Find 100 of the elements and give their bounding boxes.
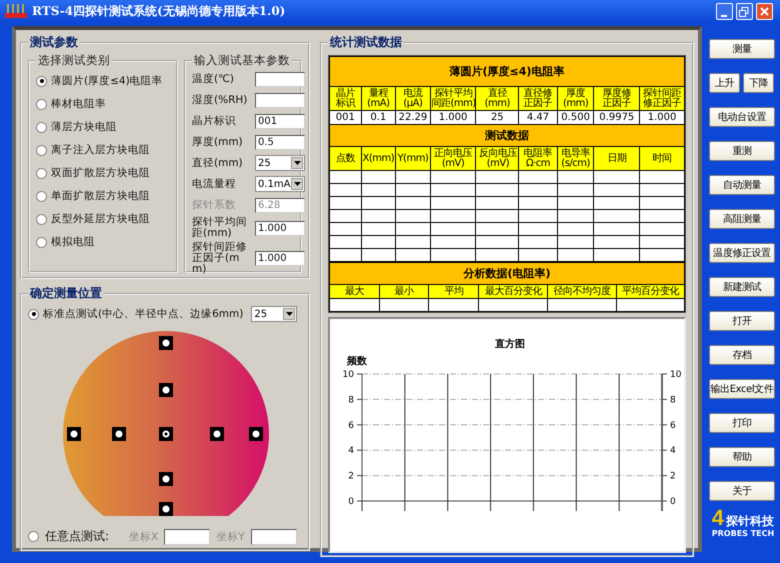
input-field[interactable]: 001 — [255, 114, 305, 128]
radio-label: 棒材电阻率 — [51, 97, 106, 111]
side-button[interactable]: 高阻测量 — [709, 209, 775, 229]
side-button[interactable]: 自动测量 — [709, 175, 775, 195]
table-cell — [557, 248, 594, 262]
side-button[interactable]: 打开 — [709, 311, 775, 331]
table-cell — [361, 184, 396, 196]
table-cell: 1.000 — [640, 110, 684, 124]
table-title: 测试数据 — [330, 124, 684, 146]
radio-label: 薄圆片(厚度≤4)电阻率 — [51, 74, 163, 88]
input-field[interactable]: 1.000 — [255, 220, 305, 236]
column-header: 正向电压(mV) — [430, 146, 476, 170]
table-cell — [476, 170, 519, 184]
table-cell — [476, 184, 519, 196]
table-cell — [361, 170, 396, 184]
side-button[interactable]: 存档 — [709, 345, 775, 365]
tick-label: 4 — [670, 446, 676, 456]
radio-button[interactable] — [28, 308, 39, 320]
column-header: 直径修正因子 — [518, 86, 558, 110]
radio-button[interactable] — [36, 144, 47, 156]
side-button[interactable]: 关于 — [709, 481, 775, 501]
table-cell — [396, 196, 430, 210]
radio-button[interactable] — [36, 236, 47, 248]
radio-button[interactable] — [36, 214, 47, 224]
side-button[interactable]: 温度修正设置 — [709, 243, 775, 263]
dropdown-field[interactable]: 0.1mA — [255, 176, 305, 192]
table-cell — [476, 248, 519, 262]
side-button[interactable]: 重测 — [709, 141, 775, 161]
column-header: Y(mm) — [396, 146, 430, 170]
table-cell: 4.47 — [518, 110, 558, 124]
radio-button[interactable] — [28, 531, 39, 542]
input-field[interactable] — [164, 528, 210, 544]
table-cell — [430, 236, 476, 248]
table-cell — [361, 196, 396, 210]
table-cell — [557, 196, 594, 210]
input-field[interactable]: 0.5 — [255, 134, 305, 150]
minimize-button[interactable] — [716, 3, 732, 20]
table-cell — [557, 184, 594, 196]
dropdown-button[interactable] — [283, 308, 296, 320]
input-field[interactable] — [255, 72, 305, 86]
table-cell — [594, 236, 640, 248]
group-title: 统计测试数据 — [328, 34, 403, 51]
side-button[interactable]: 打印 — [709, 413, 775, 433]
radio-button[interactable] — [36, 76, 47, 86]
table-cell — [476, 210, 519, 222]
app-icon — [4, 3, 28, 19]
field-label: 晶片标识 — [192, 116, 237, 126]
radio-button[interactable] — [36, 168, 47, 178]
dropdown-field[interactable]: 25 — [255, 155, 305, 171]
side-button[interactable]: 测量 — [709, 39, 775, 59]
radio-label: 标准点测试(中心、半径中点、边缘6mm) — [43, 307, 244, 321]
side-button[interactable]: 电动台设置 — [709, 107, 775, 127]
side-button[interactable]: 上升 — [709, 73, 740, 93]
table-cell — [430, 222, 476, 236]
radio-label: 单面扩散层方块电阻 — [51, 189, 150, 203]
column-header: 时间 — [640, 146, 684, 170]
tick-label: 10 — [670, 370, 682, 380]
field-label: 厚度(mm) — [192, 136, 244, 148]
side-button[interactable]: 帮助 — [709, 447, 775, 467]
close-icon — [760, 7, 768, 16]
input-field[interactable] — [255, 92, 305, 108]
table-cell — [396, 248, 430, 262]
radio-button[interactable] — [36, 98, 47, 110]
tick-label: 2 — [670, 472, 676, 482]
axis-label: 频数 — [347, 356, 367, 367]
dropdown-button[interactable] — [291, 157, 303, 169]
tick-label: 2 — [348, 472, 354, 482]
close-button[interactable] — [756, 3, 772, 20]
radio-button[interactable] — [36, 190, 47, 202]
side-button[interactable]: 新建测试 — [709, 277, 775, 297]
table-cell — [557, 236, 594, 248]
radio-button[interactable] — [36, 122, 47, 132]
tick-label: 6 — [348, 420, 354, 431]
column-header: 日期 — [594, 146, 640, 170]
restore-icon — [739, 6, 749, 16]
tick-label: 6 — [670, 420, 676, 431]
window-title: RTS-4四探针测试系统(无锡尚德专用版本1.0) — [32, 2, 286, 20]
column-header: 探针间距修正因子 — [640, 86, 684, 110]
dropdown-button[interactable] — [291, 178, 303, 190]
radio-label: 任意点测试: — [45, 528, 110, 545]
table-cell — [396, 222, 430, 236]
side-button[interactable]: 下降 — [743, 73, 774, 93]
field-label: 直径(mm) — [192, 158, 244, 168]
side-button[interactable]: 输出Excel文件 — [709, 379, 775, 399]
table-cell — [430, 248, 476, 262]
radio-label: 薄层方块电阻 — [51, 120, 117, 134]
column-header: 探针平均间距(mm) — [430, 86, 476, 110]
input-field[interactable] — [250, 528, 297, 544]
column-header: 径向不均匀度 — [548, 284, 616, 298]
input-field[interactable]: 1.000 — [255, 251, 305, 266]
table-cell — [518, 210, 558, 222]
restore-button[interactable] — [736, 3, 752, 20]
table-cell — [361, 222, 396, 236]
table-cell — [396, 210, 430, 222]
radio-label: 双面扩散层方块电阻 — [51, 166, 150, 180]
tick-label: 8 — [670, 395, 676, 406]
table-cell — [361, 236, 396, 248]
table-cell: 0.1 — [361, 110, 396, 124]
table-cell — [518, 236, 558, 248]
dropdown-field[interactable]: 25 — [251, 306, 298, 322]
